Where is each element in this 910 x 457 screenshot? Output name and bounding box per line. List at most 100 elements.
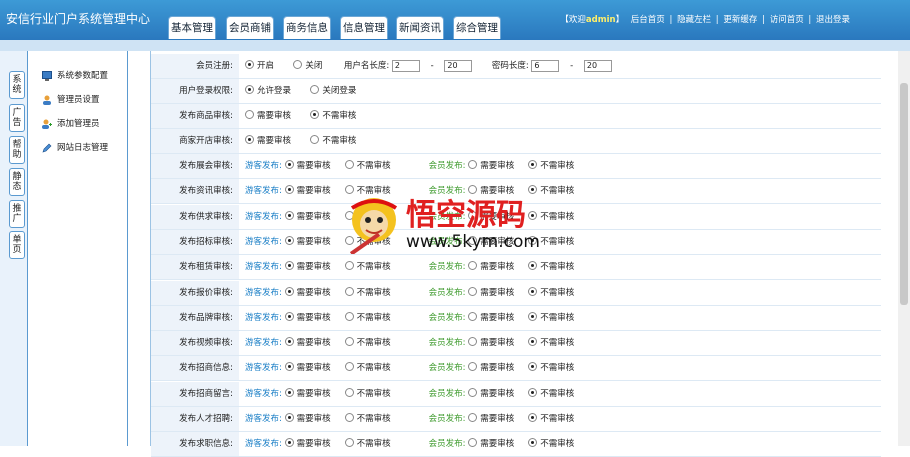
radio-member-need[interactable] — [468, 387, 478, 397]
radio-guest-need[interactable] — [284, 210, 294, 220]
radio-guest-need[interactable] — [284, 160, 294, 169]
side-tab-system[interactable]: 系统 — [9, 71, 25, 99]
welcome-text: 【欢迎admin】 — [560, 15, 625, 25]
radio-shop-noneed[interactable] — [310, 135, 320, 144]
radio-guest-noneed[interactable] — [344, 286, 354, 296]
radio-member-noneed[interactable] — [528, 413, 538, 422]
radio-member-need[interactable] — [468, 362, 478, 372]
member-post-label: 会员发布: — [428, 414, 466, 424]
sub-band — [0, 40, 910, 51]
radio-register-off[interactable] — [293, 60, 303, 69]
tab-news[interactable]: 新闻资讯 — [396, 16, 444, 39]
radio-guest-noneed[interactable] — [344, 362, 354, 372]
link-visit-home[interactable]: 访问首页 — [770, 15, 804, 25]
top-links: 【欢迎admin】 后台首页 | 隐藏左栏 | 更新缓存 | 访问首页 | 退出… — [560, 15, 850, 25]
app-title: 安信行业门户系统管理中心 — [6, 12, 151, 26]
radio-member-noneed[interactable] — [528, 286, 538, 296]
password-min-input[interactable]: 6 — [531, 59, 560, 72]
vertical-scrollbar[interactable] — [898, 51, 910, 446]
radio-shop-need[interactable] — [245, 135, 254, 144]
menu-item-system-config[interactable]: 系统参数配置 — [42, 69, 108, 81]
radio-member-noneed[interactable] — [528, 362, 538, 372]
row-shop-review: 商家开店审核: 需要审核 不需审核 — [151, 129, 881, 154]
row-label: 会员注册: — [151, 54, 239, 78]
member-post-label: 会员发布: — [428, 388, 466, 399]
side-tab-static[interactable]: 静态 — [9, 168, 25, 196]
top-header: 安信行业门户系统管理中心 基本管理 会员商铺 商务信息 信息管理 新闻资讯 综合… — [0, 0, 910, 40]
row-goods-review: 发布商品审核: 需要审核 不需审核 — [151, 104, 881, 129]
tab-info[interactable]: 信息管理 — [340, 16, 388, 39]
radio-member-noneed[interactable] — [528, 311, 538, 321]
row-label: 发布求职信息: — [151, 432, 239, 457]
radio-guest-noneed[interactable] — [344, 261, 354, 271]
radio-guest-noneed[interactable] — [344, 337, 354, 347]
row-review-setting: 发布招商留言: 游客发布: 需要审核 不需审核 会员发布: 需要审核 不需审核 — [151, 381, 881, 407]
side-tab-page[interactable]: 单页 — [9, 231, 25, 259]
password-max-input[interactable]: 20 — [583, 59, 612, 72]
menu-item-site-log[interactable]: 网站日志管理 — [42, 141, 108, 153]
member-post-label: 会员发布: — [428, 287, 466, 298]
menu-item-admin-settings[interactable]: 管理员设置 — [42, 93, 100, 105]
watermark-url: www.5kym.com — [406, 232, 540, 252]
radio-member-need[interactable] — [468, 160, 478, 169]
monitor-icon — [42, 70, 52, 81]
radio-guest-need[interactable] — [284, 185, 294, 195]
member-post-label: 会员发布: — [428, 439, 466, 450]
guest-post-label: 游客发布: — [245, 414, 282, 424]
username-max-input[interactable]: 20 — [444, 59, 473, 72]
radio-member-need[interactable] — [468, 413, 478, 422]
radio-guest-noneed[interactable] — [344, 160, 354, 169]
side-tab-help[interactable]: 帮助 — [9, 136, 25, 164]
scrollbar-thumb[interactable] — [900, 83, 908, 305]
radio-member-noneed[interactable] — [528, 387, 538, 397]
radio-goods-need[interactable] — [245, 110, 254, 119]
tab-member-shop[interactable]: 会员商铺 — [226, 16, 274, 39]
radio-guest-need[interactable] — [284, 311, 294, 321]
radio-member-noneed[interactable] — [528, 337, 538, 347]
tab-basic[interactable]: 基本管理 — [168, 16, 216, 39]
link-logout[interactable]: 退出登录 — [816, 15, 850, 25]
radio-guest-need[interactable] — [284, 387, 294, 397]
radio-member-need[interactable] — [468, 337, 478, 347]
link-admin-home[interactable]: 后台首页 — [631, 15, 665, 25]
member-post-label: 会员发布: — [428, 363, 466, 374]
radio-member-need[interactable] — [468, 286, 478, 296]
menu-item-add-admin[interactable]: 添加管理员 — [42, 117, 100, 129]
row-label: 发布招标审核: — [151, 229, 239, 254]
radio-member-noneed[interactable] — [528, 261, 538, 271]
radio-login-allow[interactable] — [245, 85, 254, 94]
radio-member-need[interactable] — [468, 261, 478, 271]
radio-guest-noneed[interactable] — [344, 311, 354, 321]
guest-post-label: 游客发布: — [245, 236, 282, 247]
radio-register-on[interactable] — [245, 60, 254, 69]
radio-guest-need[interactable] — [284, 362, 294, 372]
row-review-setting: 发布求职信息: 游客发布: 需要审核 不需审核 会员发布: 需要审核 不需审核 — [151, 432, 881, 457]
row-label: 发布人才招聘: — [151, 407, 239, 431]
side-tab-ads[interactable]: 广告 — [9, 104, 25, 132]
member-post-label: 会员发布: — [428, 262, 466, 273]
tab-general[interactable]: 综合管理 — [453, 16, 501, 39]
radio-guest-need[interactable] — [284, 337, 294, 347]
row-review-setting: 发布租赁审核: 游客发布: 需要审核 不需审核 会员发布: 需要审核 不需审核 — [151, 255, 881, 281]
row-review-setting: 发布人才招聘: 游客发布: 需要审核 不需审核 会员发布: 需要审核 不需审核 — [151, 407, 881, 432]
radio-guest-need[interactable] — [284, 261, 294, 271]
username-min-input[interactable]: 2 — [391, 59, 420, 72]
row-user-login: 用户登录权限: 允许登录 关闭登录 — [151, 79, 881, 104]
radio-login-deny[interactable] — [310, 85, 320, 94]
side-tab-promote[interactable]: 推广 — [9, 200, 25, 228]
row-label: 发布供求审核: — [151, 204, 239, 229]
radio-member-noneed[interactable] — [528, 160, 538, 169]
watermark: 悟空源码 www.5kym.com — [342, 188, 582, 258]
radio-guest-need[interactable] — [284, 286, 294, 296]
radio-guest-need[interactable] — [284, 413, 294, 422]
tab-business[interactable]: 商务信息 — [283, 16, 331, 39]
link-hide-sidebar[interactable]: 隐藏左栏 — [677, 15, 711, 25]
row-review-setting: 发布品牌审核: 游客发布: 需要审核 不需审核 会员发布: 需要审核 不需审核 — [151, 305, 881, 331]
radio-member-need[interactable] — [468, 311, 478, 321]
radio-goods-noneed[interactable] — [310, 110, 320, 119]
radio-guest-noneed[interactable] — [344, 413, 354, 422]
radio-guest-noneed[interactable] — [344, 387, 354, 397]
radio-guest-need[interactable] — [284, 235, 294, 245]
link-update-cache[interactable]: 更新缓存 — [723, 15, 757, 25]
member-post-label: 会员发布: — [428, 161, 466, 171]
